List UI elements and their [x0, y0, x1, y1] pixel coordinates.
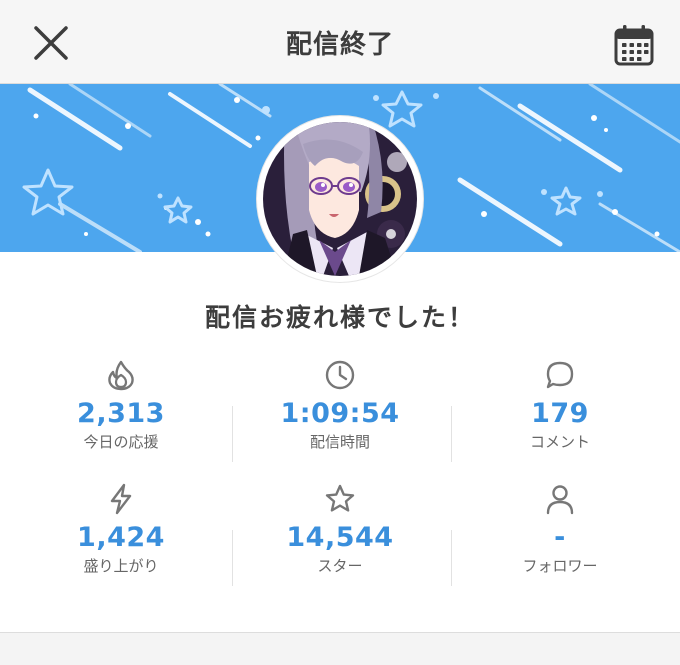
stat-duration: 1:09:54 配信時間	[227, 358, 453, 452]
divider	[232, 406, 233, 462]
stat-value: 1,424	[77, 522, 165, 553]
stat-value: 1:09:54	[280, 398, 400, 429]
stat-value: -	[554, 522, 566, 553]
avatar[interactable]	[257, 116, 423, 282]
stat-label: フォロワー	[522, 557, 598, 575]
flame-icon	[108, 360, 134, 391]
comment-icon	[546, 361, 574, 389]
divider	[451, 530, 452, 586]
clock-icon	[325, 360, 355, 390]
next-section	[0, 632, 680, 665]
stat-value: 14,544	[286, 522, 394, 553]
stat-value: 179	[531, 398, 589, 429]
stat-support: 2,313 今日の応援	[8, 358, 234, 452]
stat-followers: - フォロワー	[447, 482, 673, 576]
stat-excitement: 1,424 盛り上がり	[8, 482, 234, 576]
stat-label: スター	[317, 557, 363, 575]
page-title: 配信終了	[285, 30, 394, 60]
stat-stars: 14,544 スター	[227, 482, 453, 576]
stat-label: 今日の応援	[83, 433, 159, 451]
avatar-image	[263, 122, 417, 276]
divider	[451, 406, 452, 462]
calendar-button[interactable]	[612, 22, 658, 68]
thank-you-message: 配信お疲れ様でした！	[204, 303, 475, 332]
top-bar: 配信終了	[0, 0, 680, 84]
calendar-icon	[614, 25, 654, 66]
stat-label: 盛り上がり	[83, 557, 159, 575]
stat-comments: 179 コメント	[447, 358, 673, 452]
stat-value: 2,313	[77, 398, 165, 429]
stat-label: コメント	[529, 433, 590, 451]
stat-label: 配信時間	[309, 433, 370, 451]
divider	[232, 530, 233, 586]
lightning-icon	[110, 483, 132, 515]
person-icon	[546, 485, 574, 515]
star-icon	[325, 484, 355, 512]
